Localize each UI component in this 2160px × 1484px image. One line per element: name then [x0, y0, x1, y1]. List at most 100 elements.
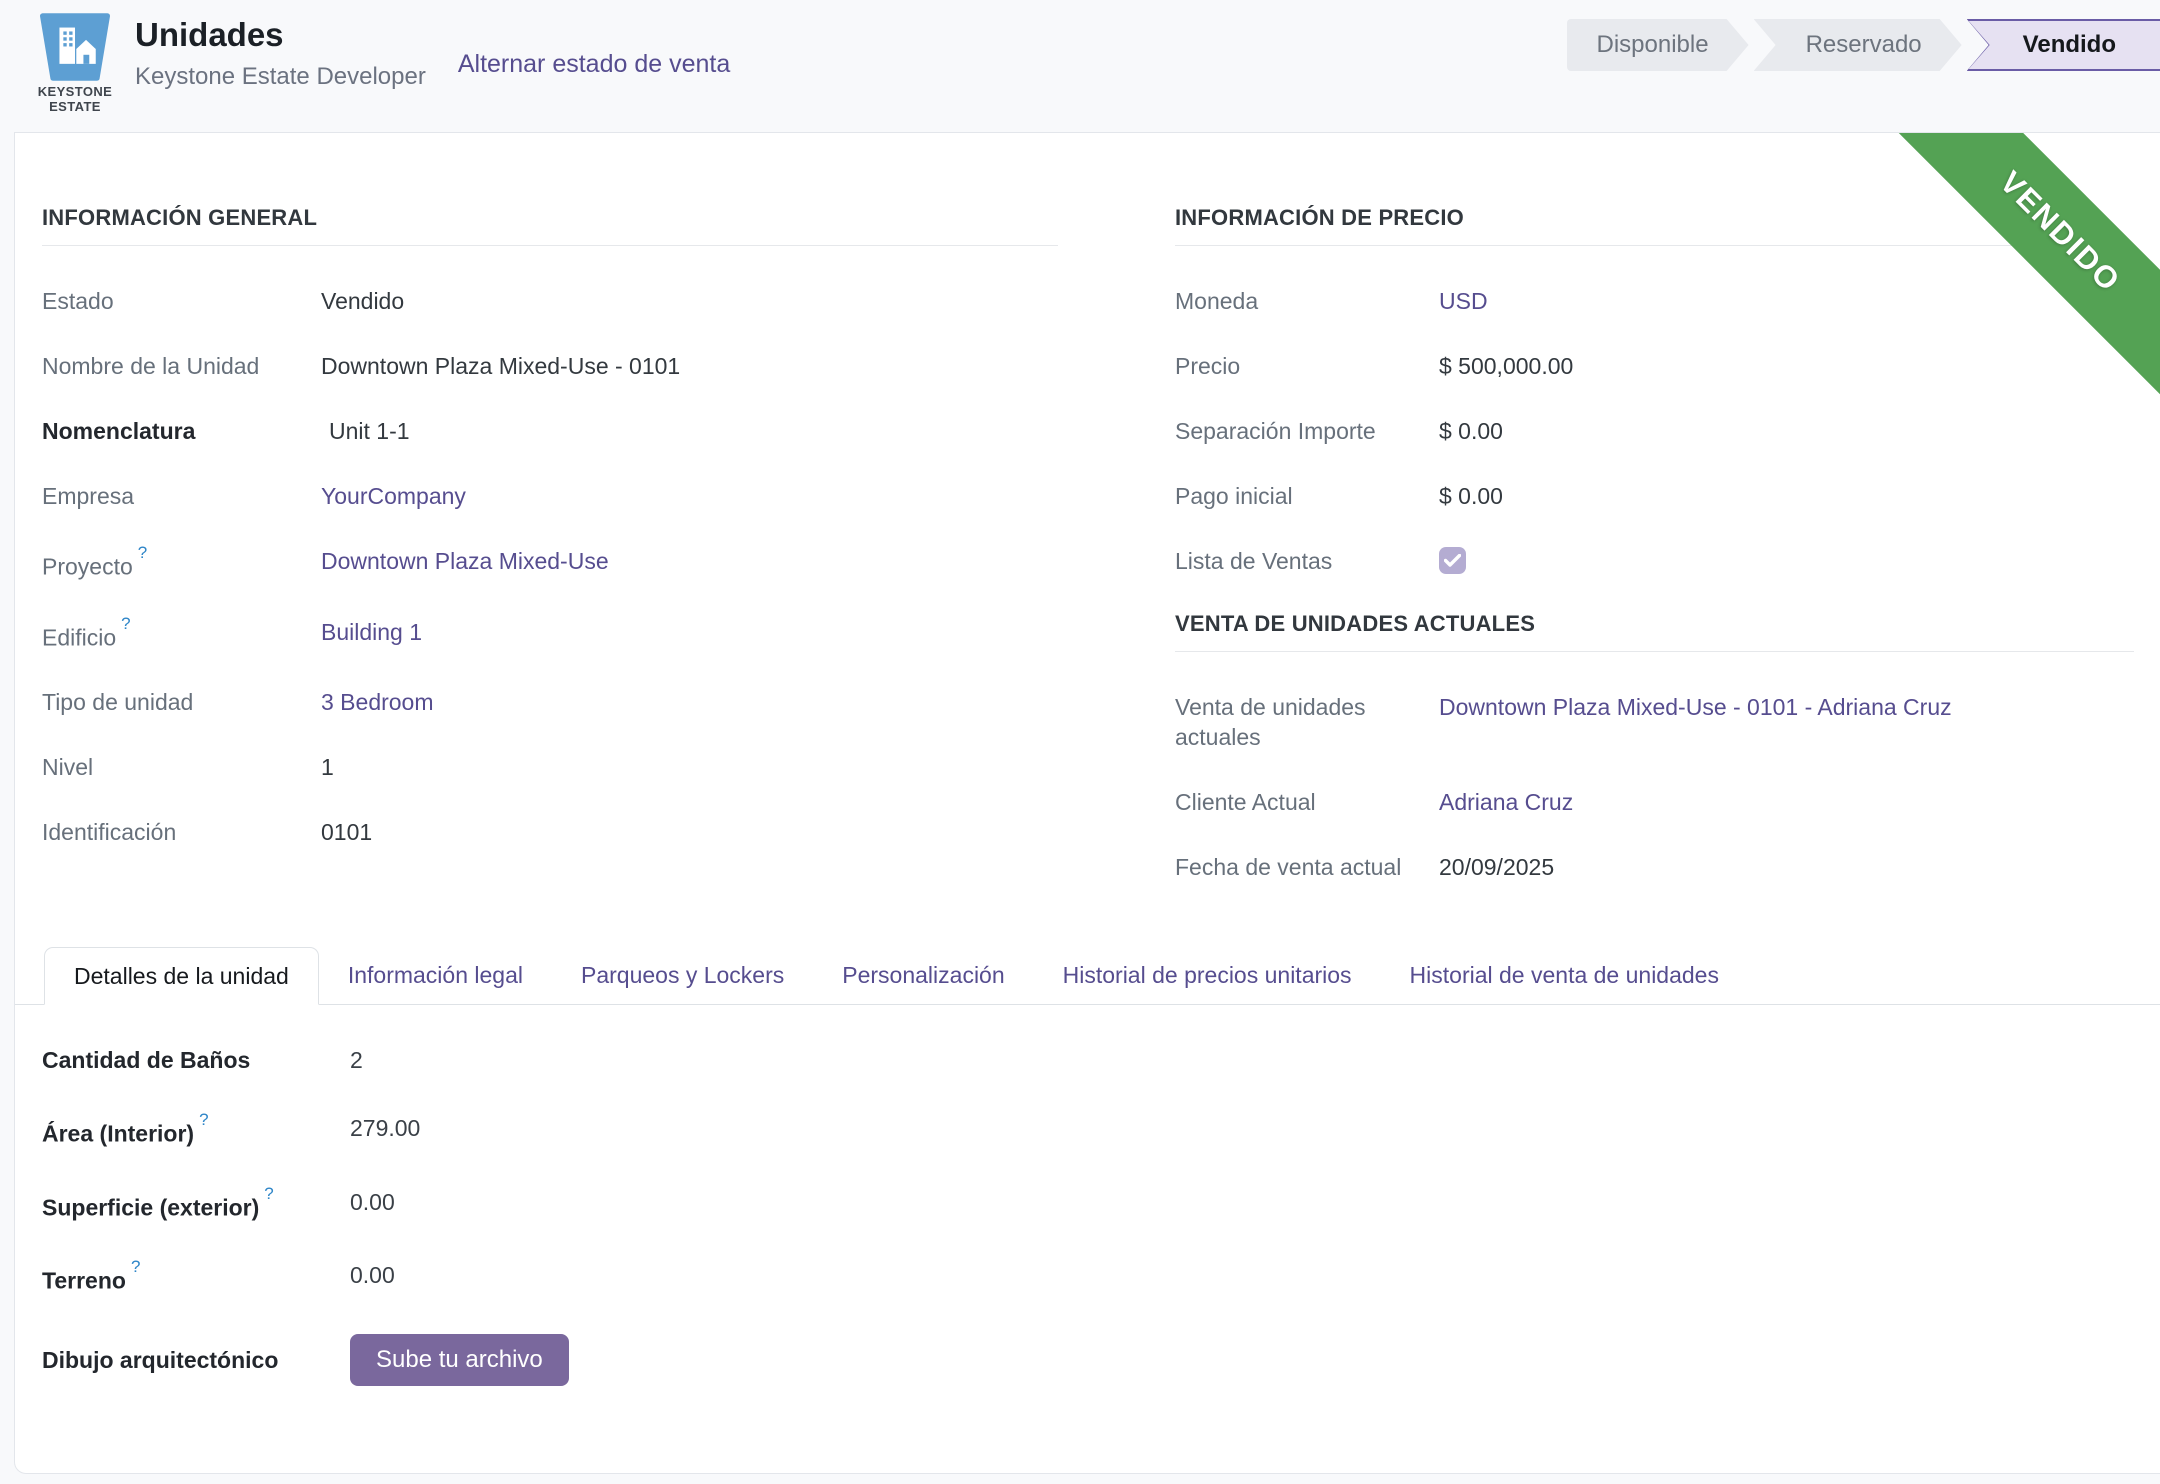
field-value: $ 500,000.00 [1439, 351, 1573, 381]
field-value: $ 0.00 [1439, 416, 1503, 446]
field-row-empresa: Empresa YourCompany [42, 481, 1058, 511]
status-stage-label: Vendido [2023, 31, 2116, 59]
field-row-lista-de-ventas: Lista de Ventas [1175, 546, 2134, 576]
moneda-link[interactable]: USD [1439, 286, 1488, 316]
field-label: Fecha de venta actual [1175, 852, 1439, 882]
field-row-tipo-unidad: Tipo de unidad 3 Bedroom [42, 687, 1058, 717]
field-row-fecha-venta-actual: Fecha de venta actual 20/09/2025 [1175, 852, 2134, 882]
field-label: Tipo de unidad [42, 687, 321, 717]
field-label: Moneda [1175, 286, 1439, 316]
field-row-proyecto: Proyecto? Downtown Plaza Mixed-Use [42, 546, 1058, 582]
help-icon[interactable]: ? [264, 1184, 273, 1203]
field-row-superficie-exterior: Superficie (exterior)? 0.00 [42, 1187, 2133, 1223]
field-label: Superficie (exterior) [42, 1194, 259, 1220]
field-value: 0.00 [350, 1187, 395, 1217]
field-row-area-interior: Área (Interior)? 279.00 [42, 1113, 2133, 1149]
field-label: Identificación [42, 817, 321, 847]
field-value: $ 0.00 [1439, 481, 1503, 511]
page-title: Unidades [135, 16, 426, 54]
general-info-section: INFORMACIÓN GENERAL Estado Vendido Nombr… [42, 205, 1058, 917]
logo-text-line2: ESTATE [27, 99, 123, 114]
status-stage-label: Reservado [1806, 31, 1922, 59]
upload-file-button[interactable]: Sube tu archivo [350, 1334, 569, 1386]
field-row-cliente-actual: Cliente Actual Adriana Cruz [1175, 787, 2134, 817]
field-row-terreno: Terreno? 0.00 [42, 1260, 2133, 1296]
keystone-estate-logo-icon [33, 12, 117, 82]
tab-personalizacion[interactable]: Personalización [813, 947, 1033, 1004]
field-row-nombre-unidad: Nombre de la Unidad Downtown Plaza Mixed… [42, 351, 1058, 381]
status-stage-reservado[interactable]: Reservado [1754, 19, 1962, 71]
venta-actual-link[interactable]: Downtown Plaza Mixed-Use - 0101 - Adrian… [1439, 692, 1952, 722]
field-row-edificio: Edificio? Building 1 [42, 617, 1058, 653]
lista-de-ventas-checkbox[interactable] [1439, 547, 1466, 574]
cliente-actual-link[interactable]: Adriana Cruz [1439, 787, 1573, 817]
proyecto-link[interactable]: Downtown Plaza Mixed-Use [321, 546, 609, 576]
field-value: 0.00 [350, 1260, 395, 1290]
form-sheet: INFORMACIÓN GENERAL Estado Vendido Nombr… [15, 133, 2160, 917]
help-icon[interactable]: ? [138, 543, 147, 562]
field-label: Cliente Actual [1175, 787, 1439, 817]
company-logo: KEYSTONE ESTATE [27, 12, 123, 115]
notebook-tabs: Detalles de la unidad Información legal … [15, 947, 2160, 1005]
tab-informacion-legal[interactable]: Información legal [319, 947, 552, 1004]
field-row-venta-unidades-actuales: Venta de unidades actuales Downtown Plaz… [1175, 692, 2134, 752]
field-value: 2 [350, 1045, 363, 1075]
sale-state-statusbar: Disponible Reservado Vendido [1567, 19, 2160, 71]
field-label: Terreno [42, 1268, 126, 1294]
field-label: Nivel [42, 752, 321, 782]
field-row-nivel: Nivel 1 [42, 752, 1058, 782]
status-stage-vendido[interactable]: Vendido [1967, 19, 2160, 71]
page-subtitle: Keystone Estate Developer [135, 63, 426, 91]
field-label: Nombre de la Unidad [42, 351, 321, 381]
field-row-pago-inicial: Pago inicial $ 0.00 [1175, 481, 2134, 511]
tipo-unidad-link[interactable]: 3 Bedroom [321, 687, 434, 717]
field-row-estado: Estado Vendido [42, 286, 1058, 316]
field-label: Pago inicial [1175, 481, 1439, 511]
field-label: Dibujo arquitectónico [42, 1345, 350, 1375]
field-row-identificacion: Identificación 0101 [42, 817, 1058, 847]
edificio-link[interactable]: Building 1 [321, 617, 422, 647]
field-value: Vendido [321, 286, 404, 316]
field-label: Venta de unidades actuales [1175, 692, 1439, 752]
field-value: 279.00 [350, 1113, 420, 1143]
topbar: KEYSTONE ESTATE Unidades Keystone Estate… [0, 0, 2160, 132]
section-title-general: INFORMACIÓN GENERAL [42, 205, 1058, 246]
logo-text-line1: KEYSTONE [27, 84, 123, 99]
field-row-nomenclatura: Nomenclatura Unit 1-1 [42, 416, 1058, 446]
help-icon[interactable]: ? [121, 614, 130, 633]
field-label: Cantidad de Baños [42, 1045, 350, 1075]
unit-form-card: VENDIDO INFORMACIÓN GENERAL Estado Vendi… [14, 132, 2160, 1474]
field-value: 0101 [321, 817, 372, 847]
field-label: Área (Interior) [42, 1121, 194, 1147]
status-stage-disponible[interactable]: Disponible [1567, 19, 1749, 71]
checkmark-icon [1444, 554, 1461, 567]
field-label: Edificio [42, 624, 116, 650]
field-row-separacion-importe: Separación Importe $ 0.00 [1175, 416, 2134, 446]
field-label: Lista de Ventas [1175, 546, 1439, 576]
field-value: 1 [321, 752, 334, 782]
field-label: Precio [1175, 351, 1439, 381]
field-row-dibujo-arquitectonico: Dibujo arquitectónico Sube tu archivo [42, 1334, 2133, 1386]
tab-parqueos-y-lockers[interactable]: Parqueos y Lockers [552, 947, 813, 1004]
section-title-venta-actual: VENTA DE UNIDADES ACTUALES [1175, 611, 2134, 652]
nomenclatura-input[interactable]: Unit 1-1 [321, 416, 410, 446]
status-stage-label: Disponible [1597, 31, 1709, 59]
tab-detalles-de-la-unidad[interactable]: Detalles de la unidad [44, 947, 319, 1005]
tab-content-detalles: Cantidad de Baños 2 Área (Interior)? 279… [15, 1005, 2160, 1386]
field-label: Empresa [42, 481, 321, 511]
tab-historial-precios-unitarios[interactable]: Historial de precios unitarios [1034, 947, 1381, 1004]
field-label: Proyecto [42, 554, 133, 580]
tab-historial-venta-unidades[interactable]: Historial de venta de unidades [1381, 947, 1748, 1004]
field-label: Separación Importe [1175, 416, 1439, 446]
field-label: Nomenclatura [42, 416, 321, 446]
field-row-precio: Precio $ 500,000.00 [1175, 351, 2134, 381]
field-row-cantidad-banos: Cantidad de Baños 2 [42, 1045, 2133, 1075]
help-icon[interactable]: ? [199, 1110, 208, 1129]
toggle-sale-state-link[interactable]: Alternar estado de venta [458, 50, 730, 79]
field-row-moneda: Moneda USD [1175, 286, 2134, 316]
empresa-link[interactable]: YourCompany [321, 481, 466, 511]
field-label: Estado [42, 286, 321, 316]
help-icon[interactable]: ? [131, 1257, 140, 1276]
title-block: Unidades Keystone Estate Developer [135, 16, 426, 91]
field-value: 20/09/2025 [1439, 852, 1554, 882]
